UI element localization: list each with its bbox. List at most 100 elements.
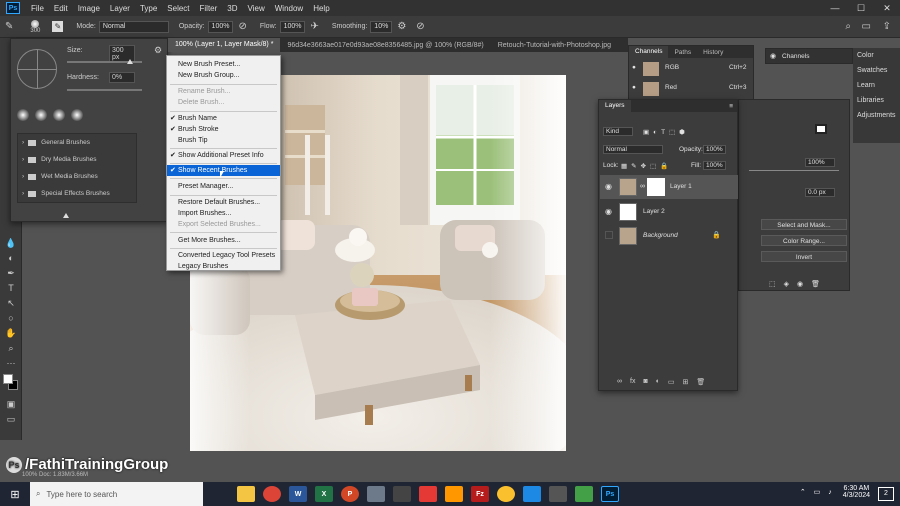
quick-mask-icon[interactable]: ▣ [0,397,22,412]
path-select-tool-icon[interactable]: ↖ [0,296,22,311]
app-film-icon[interactable] [549,486,567,502]
menu-filter[interactable]: Filter [195,4,223,13]
mode-select[interactable]: Normal [98,20,169,33]
pen-tool-icon[interactable]: ✒ [0,266,22,281]
menu-new-brush-preset[interactable]: New Brush Preset... [167,59,280,70]
layer-mask-thumbnail[interactable] [647,178,665,196]
dock-color[interactable]: Color [853,48,900,63]
recent-brush-item[interactable] [35,109,47,121]
new-layer-icon[interactable]: ⊞ [683,378,689,386]
folder-item[interactable]: › Dry Media Brushes [18,151,136,168]
pressure-size-icon[interactable]: ⊘ [416,21,424,32]
menu-brush-name[interactable]: ✔ Brush Name [167,113,280,124]
tab-history[interactable]: History [697,49,729,56]
screen-mode-icon[interactable]: ▭ [0,412,22,427]
trash-icon[interactable]: 🗑 [696,378,705,386]
share-icon[interactable]: ⇪ [883,21,891,32]
menu-converted-legacy-tool-presets[interactable]: Converted Legacy Tool Presets [167,250,280,261]
tab-document-3[interactable]: Retouch-Tutorial-with-Photoshop.jpg [491,42,618,49]
apply-mask-icon[interactable]: ◈ [784,280,789,288]
layer-row-layer-2[interactable]: ◉ Layer 2 [600,200,738,224]
file-explorer-icon[interactable] [237,486,255,502]
menu-brush-stroke[interactable]: ✔ Brush Stroke [167,124,280,135]
taskbar-search-input[interactable]: ⌕ Type here to search [30,482,203,506]
eye-icon[interactable]: ◉ [605,207,612,216]
brush-preset-picker[interactable]: 300 [24,18,46,36]
brush-angle-preview[interactable] [17,49,57,89]
link-icon[interactable]: ∞ [640,183,645,190]
layer-row-background[interactable]: Background 🔒 [600,224,738,248]
foreground-color-swatch[interactable] [3,374,13,384]
more-tools-icon[interactable]: ··· [0,356,22,371]
flow-input[interactable]: 100% [279,20,306,33]
dock-libraries[interactable]: Libraries [853,93,900,108]
minimize-button[interactable]: — [822,0,848,16]
select-and-mask-button[interactable]: Select and Mask... [761,219,847,230]
hardness-slider[interactable] [67,89,142,91]
windows-start-icon[interactable]: ⊞ [0,488,30,501]
feather-value[interactable]: 0.0 px [805,188,835,197]
trash-icon[interactable]: 🗑 [811,280,820,288]
size-slider-handle[interactable] [127,59,133,64]
app-red-icon[interactable] [419,486,437,502]
app-green-icon[interactable] [575,486,593,502]
tab-channels[interactable]: Channels [629,46,669,58]
layers-tab[interactable]: Layers [599,100,631,112]
calculator-icon[interactable] [393,486,411,502]
photoshop-taskbar-icon[interactable]: Ps [601,486,619,502]
fill-input[interactable]: 100% [703,161,726,170]
dock-learn[interactable]: Learn [853,78,900,93]
hardness-input[interactable]: 0% [109,72,135,83]
ellipse-tool-icon[interactable]: ○ [0,311,22,326]
app-blue-icon[interactable] [523,486,541,502]
gear-icon[interactable]: ⚙ [154,45,162,56]
add-mask-icon[interactable]: ◙ [643,378,647,386]
eye-hidden-icon[interactable] [605,231,613,239]
color-range-button[interactable]: Color Range... [761,235,847,246]
density-value[interactable]: 100% [805,158,835,167]
filter-icons[interactable]: ▣◐T⬚⬢ [643,128,689,136]
menu-brush-tip[interactable]: Brush Tip [167,135,280,146]
menu-restore-default-brushes[interactable]: Restore Default Brushes... [167,197,280,208]
notification-center-button[interactable]: 2 [878,487,894,501]
blur-tool-icon[interactable]: 💧 [0,236,22,251]
folder-item[interactable]: › Special Effects Brushes [18,185,136,202]
eye-icon[interactable]: ◉ [605,182,612,191]
size-slider[interactable] [67,59,142,64]
layer-row-layer-1[interactable]: ◉ ∞ Layer 1 [600,175,738,199]
app-icon[interactable] [367,486,385,502]
eye-icon[interactable]: ◉ [797,280,803,288]
menu-window[interactable]: Window [270,4,308,13]
clock[interactable]: 6:30 AM 4/3/2024 [843,485,870,499]
menu-type[interactable]: Type [135,4,162,13]
menu-show-additional-preset-info[interactable]: ✔ Show Additional Preset Info [167,150,280,161]
recent-brush-item[interactable] [53,109,65,121]
menu-3d[interactable]: 3D [222,4,242,13]
invert-button[interactable]: Invert [761,251,847,262]
fx-icon[interactable]: fx [630,378,635,386]
color-swatches[interactable] [0,371,22,397]
filezilla-icon[interactable]: Fz [471,486,489,502]
maximize-button[interactable]: ☐ [848,0,874,16]
brush-settings-icon[interactable]: ✎ [52,21,64,32]
menu-edit[interactable]: Edit [49,4,73,13]
app-orange-icon[interactable] [445,486,463,502]
channel-row[interactable]: ● Red Ctrl+3 [629,80,753,98]
type-tool-icon[interactable]: T [0,281,22,296]
menu-import-brushes[interactable]: Import Brushes... [167,208,280,219]
menu-view[interactable]: View [243,4,270,13]
opacity-input[interactable]: 100% [207,20,234,33]
menu-image[interactable]: Image [73,4,105,13]
close-button[interactable]: ✕ [874,0,900,16]
menu-file[interactable]: File [26,4,49,13]
tab-document-2[interactable]: 96d34e3663ae017e0d93ae08e8356485.jpg @ 1… [280,42,490,49]
blend-mode-select[interactable]: Normal [603,145,663,154]
menu-preset-manager[interactable]: Preset Manager... [167,181,280,192]
channel-row[interactable]: ● RGB Ctrl+2 [629,60,753,78]
lock-icons[interactable]: ▦✎✥⬚🔒 [621,162,672,170]
density-slider[interactable] [749,170,839,171]
tab-paths[interactable]: Paths [668,49,697,56]
dodge-tool-icon[interactable]: ◐ [0,251,22,266]
menu-legacy-brushes[interactable]: Legacy Brushes [167,261,280,272]
adjustment-layer-icon[interactable]: ◐ [656,378,660,386]
